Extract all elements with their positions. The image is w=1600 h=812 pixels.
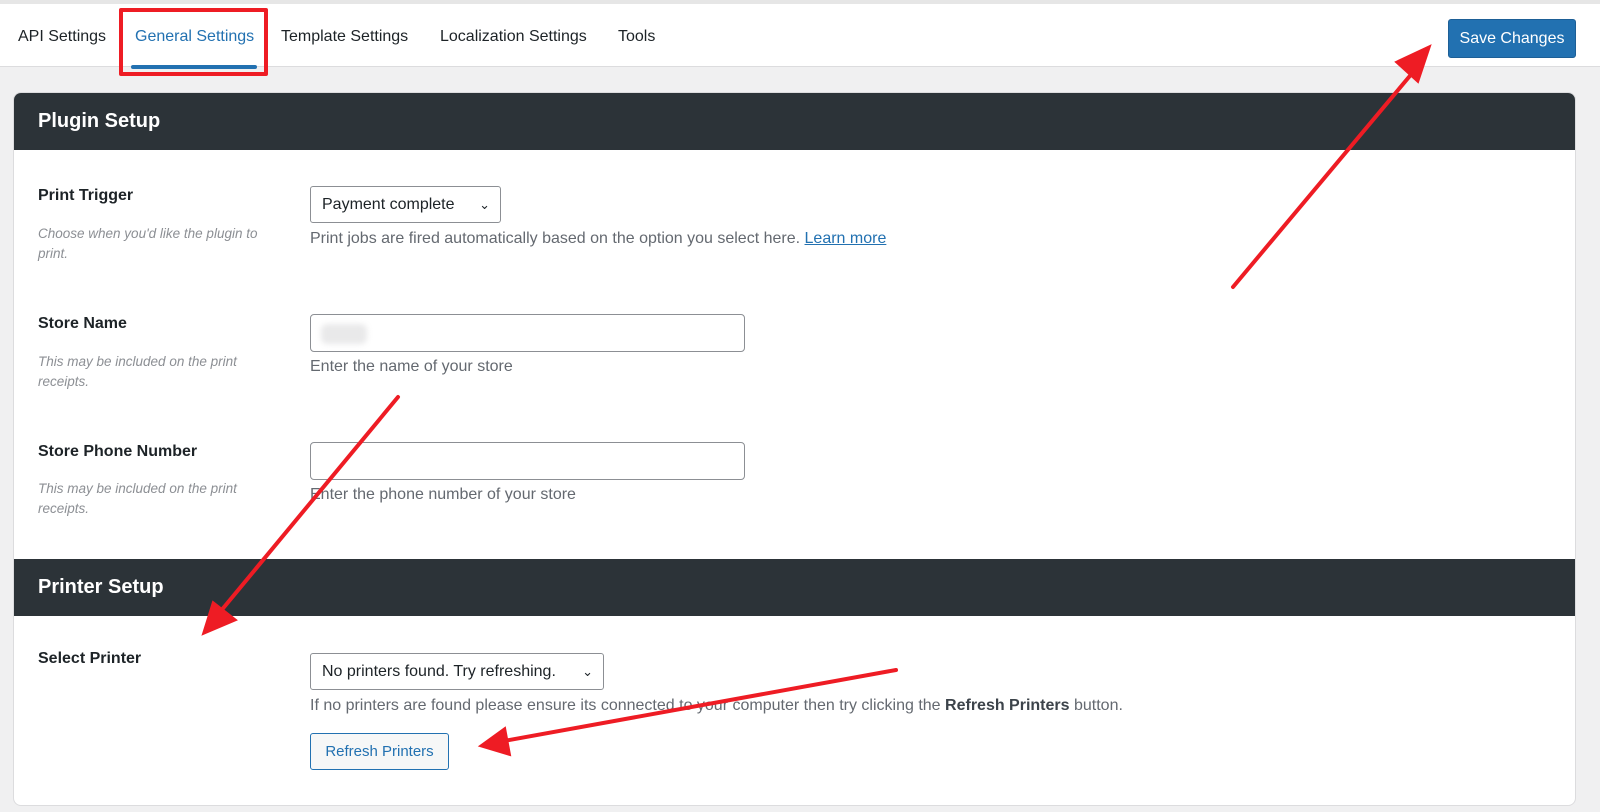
learn-more-link[interactable]: Learn more bbox=[805, 230, 887, 247]
store-phone-input[interactable] bbox=[310, 442, 745, 480]
store-phone-label: Store Phone Number bbox=[38, 443, 198, 460]
select-printer-description: If no printers are found please ensure i… bbox=[310, 697, 1123, 715]
print-trigger-label: Print Trigger bbox=[38, 187, 134, 204]
store-name-label: Store Name bbox=[38, 315, 127, 332]
printer-description-end: button. bbox=[1073, 697, 1123, 714]
refresh-printers-button[interactable]: Refresh Printers bbox=[310, 733, 449, 770]
select-printer-label: Select Printer bbox=[38, 650, 142, 667]
tab-tools[interactable]: Tools bbox=[618, 24, 655, 50]
tab-general-settings[interactable]: General Settings bbox=[135, 24, 254, 50]
printer-selected: No printers found. Try refreshing. bbox=[322, 663, 556, 680]
print-trigger-description: Print jobs are fired automatically based… bbox=[310, 230, 886, 248]
store-name-description: Enter the name of your store bbox=[310, 358, 513, 375]
save-changes-button[interactable]: Save Changes bbox=[1448, 19, 1576, 58]
store-phone-help: This may be included on the print receip… bbox=[38, 481, 237, 516]
print-trigger-description-text: Print jobs are fired automatically based… bbox=[310, 230, 801, 247]
active-tab-indicator bbox=[131, 65, 257, 69]
print-trigger-help: Choose when you'd like the plugin to pri… bbox=[38, 226, 258, 261]
chevron-down-icon: ⌄ bbox=[479, 197, 490, 212]
plugin-setup-header: Plugin Setup bbox=[14, 93, 1575, 150]
chevron-down-icon: ⌄ bbox=[582, 664, 593, 679]
tab-localization-settings[interactable]: Localization Settings bbox=[440, 24, 587, 50]
settings-card: Plugin Setup Print Trigger Choose when y… bbox=[13, 92, 1576, 806]
printer-setup-header: Printer Setup bbox=[14, 559, 1575, 616]
printer-description-text: If no printers are found please ensure i… bbox=[310, 697, 941, 714]
print-trigger-selected: Payment complete bbox=[322, 196, 455, 213]
redacted-store-name bbox=[321, 324, 367, 344]
tab-api-settings[interactable]: API Settings bbox=[18, 24, 106, 50]
print-trigger-select[interactable]: Payment complete ⌄ bbox=[310, 186, 501, 223]
store-name-help: This may be included on the print receip… bbox=[38, 354, 237, 389]
settings-nav: API Settings General Settings Template S… bbox=[0, 0, 1600, 69]
printer-select[interactable]: No printers found. Try refreshing. ⌄ bbox=[310, 653, 604, 690]
store-name-input[interactable] bbox=[310, 314, 745, 352]
printer-description-bold: Refresh Printers bbox=[945, 697, 1070, 714]
tab-template-settings[interactable]: Template Settings bbox=[281, 24, 408, 50]
store-phone-description: Enter the phone number of your store bbox=[310, 486, 576, 503]
